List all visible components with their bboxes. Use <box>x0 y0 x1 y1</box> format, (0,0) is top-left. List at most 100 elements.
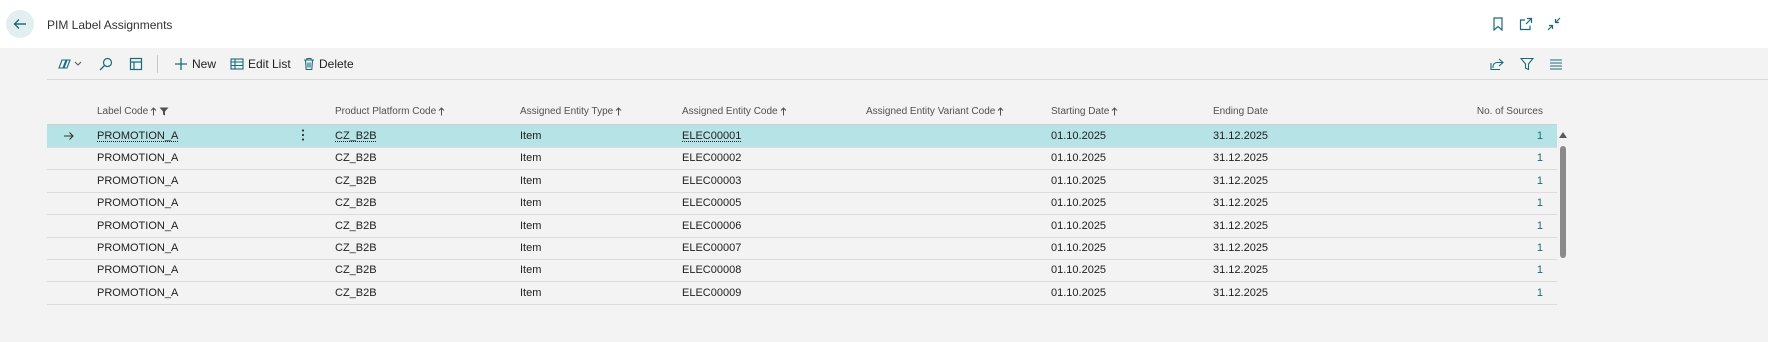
column-header-assigned-entity-code[interactable]: Assigned Entity Code <box>682 106 787 117</box>
table-row[interactable]: PROMOTION_A CZ_B2B Item ELEC00006 01.10.2025… <box>47 215 1557 238</box>
layout-button[interactable] <box>129 55 143 73</box>
trash-icon <box>304 57 314 71</box>
cell-label-code[interactable]: PROMOTION_A <box>97 130 178 142</box>
cell-product-platform-code: CZ_B2B <box>335 219 377 232</box>
cell-starting-date: 01.10.2025 <box>1051 286 1107 299</box>
action-bar: New Edit List Delete <box>47 49 1768 80</box>
page-header: PIM Label Assignments <box>0 0 1768 48</box>
cell-assigned-entity-type: Item <box>520 264 542 277</box>
cell-no-of-sources[interactable]: 1 <box>1457 197 1543 209</box>
new-button-label: New <box>192 57 217 71</box>
sort-arrow-icon <box>997 107 1004 116</box>
sort-arrow-icon <box>150 107 157 116</box>
cell-ending-date: 31.12.2025 <box>1213 197 1269 210</box>
action-bar-divider <box>157 55 158 73</box>
new-button[interactable]: New <box>174 55 216 73</box>
cell-starting-date: 01.10.2025 <box>1051 197 1107 210</box>
table-row[interactable]: PROMOTION_A CZ_B2B Item ELEC00003 01.10.2025… <box>47 170 1557 193</box>
page-title: PIM Label Assignments <box>47 18 173 32</box>
filter-icon <box>1520 57 1534 71</box>
delete-button-label: Delete <box>319 57 354 71</box>
edit-list-button[interactable]: Edit List <box>230 55 291 73</box>
cell-no-of-sources[interactable]: 1 <box>1457 220 1543 232</box>
cell-product-platform-code: CZ_B2B <box>335 286 377 299</box>
list-view-button[interactable] <box>1549 55 1563 73</box>
column-header-assigned-entity-variant-code[interactable]: Assigned Entity Variant Code <box>866 106 1004 117</box>
cell-starting-date: 01.10.2025 <box>1051 264 1107 277</box>
cell-assigned-entity-code: ELEC00005 <box>682 197 742 210</box>
filter-pane-button[interactable] <box>1520 55 1534 73</box>
plus-icon <box>175 58 187 70</box>
edit-list-icon <box>230 58 244 70</box>
cell-no-of-sources[interactable]: 1 <box>1457 264 1543 276</box>
cell-assigned-entity-code: ELEC00001 <box>682 130 742 142</box>
cell-label-code[interactable]: PROMOTION_A <box>97 287 178 299</box>
open-in-new-window-button[interactable] <box>1518 16 1534 32</box>
table-row[interactable]: PROMOTION_A CZ_B2B Item ELEC00005 01.10.2025… <box>47 192 1557 216</box>
arrow-left-icon <box>13 19 26 29</box>
cell-product-platform-code: CZ_B2B <box>335 152 377 165</box>
scroll-thumb[interactable] <box>1560 146 1566 258</box>
cell-assigned-entity-type: Item <box>520 242 542 254</box>
copilot-icon <box>58 59 82 69</box>
table-row[interactable]: PROMOTION_A CZ_B2B Item ELEC00002 01.10.2025… <box>47 147 1557 171</box>
cell-assigned-entity-code: ELEC00009 <box>682 286 742 299</box>
table-row[interactable]: PROMOTION_A CZ_B2B Item ELEC00007 01.10.2025… <box>47 237 1557 260</box>
cell-assigned-entity-type: Item <box>520 130 542 142</box>
cell-assigned-entity-code: ELEC00007 <box>682 242 742 254</box>
sort-arrow-icon <box>780 107 786 116</box>
row-pointer-icon <box>63 129 75 147</box>
column-header-label-code[interactable]: Label Code <box>97 106 169 117</box>
column-header-assigned-entity-type[interactable]: Assigned Entity Type <box>520 106 622 117</box>
cell-no-of-sources[interactable]: 1 <box>1457 130 1543 142</box>
cell-no-of-sources[interactable]: 1 <box>1457 242 1543 254</box>
cell-label-code[interactable]: PROMOTION_A <box>97 197 178 209</box>
sort-arrow-icon <box>615 107 622 116</box>
cell-ending-date: 31.12.2025 <box>1213 264 1269 277</box>
vertical-scrollbar[interactable] <box>1557 128 1568 342</box>
delete-button[interactable]: Delete <box>303 55 354 73</box>
cell-ending-date: 31.12.2025 <box>1213 174 1269 187</box>
cell-no-of-sources[interactable]: 1 <box>1457 152 1543 164</box>
cell-starting-date: 01.10.2025 <box>1051 219 1107 232</box>
search-icon <box>99 57 113 71</box>
cell-label-code[interactable]: PROMOTION_A <box>97 175 178 187</box>
cell-label-code[interactable]: PROMOTION_A <box>97 152 178 164</box>
cell-label-code[interactable]: PROMOTION_A <box>97 220 178 232</box>
more-options-icon[interactable] <box>301 128 305 147</box>
table-row[interactable]: PROMOTION_A CZ_B2B Item ELEC00009 01.10.2025… <box>47 282 1557 305</box>
column-header-no-of-sources[interactable]: No. of Sources <box>1457 106 1543 117</box>
column-header-product-platform-code[interactable]: Product Platform Code <box>335 106 445 117</box>
cell-no-of-sources[interactable]: 1 <box>1457 175 1543 187</box>
cell-ending-date: 31.12.2025 <box>1213 130 1269 142</box>
search-button[interactable] <box>99 55 113 73</box>
cell-assigned-entity-type: Item <box>520 197 542 210</box>
column-header-starting-date[interactable]: Starting Date <box>1051 106 1118 117</box>
bookmark-button[interactable] <box>1490 16 1506 32</box>
cell-label-code[interactable]: PROMOTION_A <box>97 242 178 254</box>
cell-starting-date: 01.10.2025 <box>1051 130 1107 142</box>
table-row[interactable]: PROMOTION_A CZ_B2B Item ELEC00008 01.10.2025… <box>47 259 1557 283</box>
cell-ending-date: 31.12.2025 <box>1213 242 1269 254</box>
open-in-new-window-icon <box>1519 17 1533 31</box>
cell-starting-date: 01.10.2025 <box>1051 174 1107 187</box>
back-button[interactable] <box>6 10 34 38</box>
share-icon <box>1490 58 1504 71</box>
scroll-up-arrow-icon[interactable] <box>1559 132 1567 138</box>
cell-starting-date: 01.10.2025 <box>1051 242 1107 254</box>
cell-label-code[interactable]: PROMOTION_A <box>97 264 178 276</box>
cell-product-platform-code: CZ_B2B <box>335 130 377 142</box>
cell-assigned-entity-type: Item <box>520 174 542 187</box>
edit-list-button-label: Edit List <box>248 57 291 71</box>
cell-product-platform-code: CZ_B2B <box>335 197 377 210</box>
cell-no-of-sources[interactable]: 1 <box>1457 287 1543 299</box>
cell-ending-date: 31.12.2025 <box>1213 219 1269 232</box>
share-button[interactable] <box>1490 55 1504 73</box>
column-header-ending-date[interactable]: Ending Date <box>1213 106 1268 117</box>
collapse-button[interactable] <box>1546 16 1562 32</box>
sort-arrow-icon <box>1112 107 1118 116</box>
copilot-menu-button[interactable] <box>57 55 83 73</box>
bookmark-icon <box>1493 17 1503 31</box>
sort-arrow-icon <box>438 107 445 116</box>
table-row[interactable]: PROMOTION_A CZ_B2B Item ELEC00001 01.10.2025… <box>47 125 1557 148</box>
